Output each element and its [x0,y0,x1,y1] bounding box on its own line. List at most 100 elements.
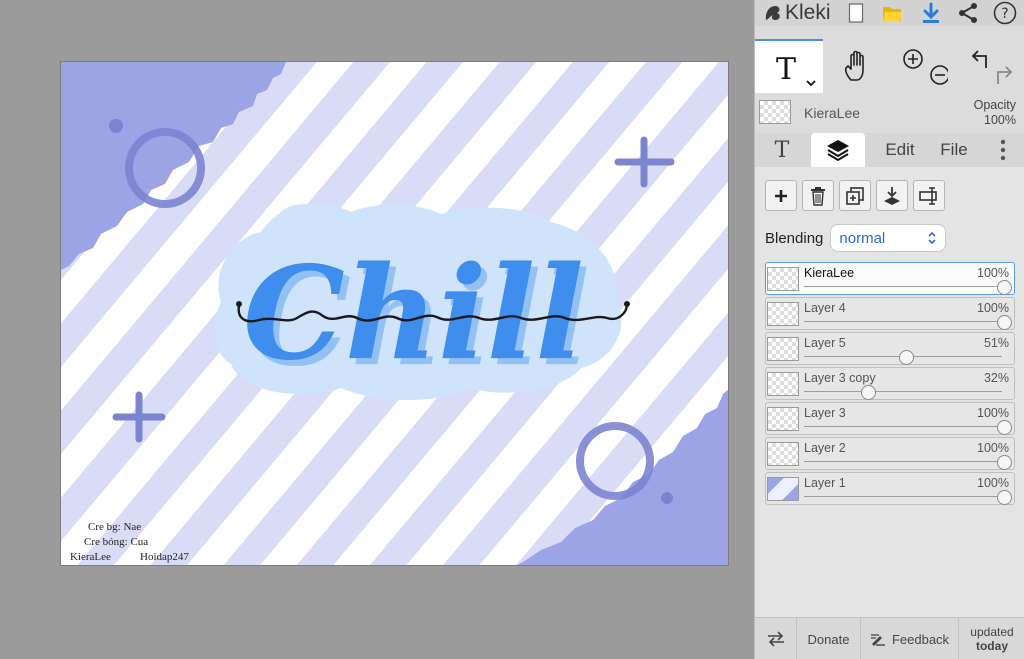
rename-layer-icon [919,186,937,205]
credit-line-2: Cre bóng: Cua [84,536,149,548]
layer-name: Layer 5 [804,336,846,350]
updated-line-1: updated [970,625,1014,639]
tab-file[interactable]: File [925,133,983,167]
zoom-in-icon[interactable] [898,44,948,88]
layer-opacity-slider[interactable] [804,391,1002,392]
layer-opacity: 51% [983,336,1009,350]
layer-name: KieraLee [804,266,855,280]
canvas-workspace[interactable]: Chill Chill Cre bg: Nae Cre bóng: Cua Ki… [0,0,754,659]
text-tool-icon: T [776,52,816,87]
opacity-readout: Opacity 100% [974,98,1016,128]
layer-item[interactable]: Layer 3 100% [765,402,1015,435]
select-chevron-icon [928,231,936,245]
tab-text[interactable]: T [759,133,805,167]
layer-opacity-knob[interactable] [997,280,1012,295]
current-layer-header: KieraLee Opacity 100% [755,96,1024,130]
download-button[interactable] [918,1,944,25]
donate-button[interactable]: Donate [797,618,861,659]
credit-line-1: Cre bg: Nae [88,521,142,533]
hand-tool-button[interactable] [835,39,881,93]
layer-opacity: 32% [983,371,1009,385]
feedback-icon [870,634,885,646]
delete-layer-button[interactable] [802,180,834,211]
script-dot-left [236,301,242,307]
dot-top-left [109,119,123,133]
layer-thumbnail [767,302,799,326]
credit-line-4: Hoidap247 [140,551,189,563]
share-button[interactable] [955,1,981,25]
layer-name: Layer 3 copy [804,371,876,385]
current-layer-thumbnail [759,100,791,124]
add-layer-button[interactable] [765,180,797,211]
open-file-button[interactable] [879,1,905,25]
app-logo[interactable]: Kleki [763,0,831,26]
new-file-icon [848,3,864,23]
layer-opacity: 100% [977,441,1009,455]
app-name: Kleki [785,1,831,24]
layer-item[interactable]: KieraLee 100% [765,262,1015,295]
layer-tool-buttons [765,180,945,212]
layer-name: Layer 1 [804,476,846,490]
merge-down-icon [884,186,900,205]
layer-thumbnail [767,407,799,431]
delete-layer-icon [811,186,825,206]
merge-down-button[interactable] [876,180,908,211]
layer-opacity-knob[interactable] [997,315,1012,330]
layer-name: Layer 2 [804,441,846,455]
layer-thumbnail [767,442,799,466]
tab-text-label: T [774,137,790,163]
layer-item[interactable]: Layer 3 copy 32% [765,367,1015,400]
layer-item[interactable]: Layer 1 100% [765,472,1015,505]
credit-line-3: KieraLee [70,551,111,563]
new-file-button[interactable] [843,1,869,25]
help-icon: ? [993,1,1017,25]
undo-icon[interactable] [966,44,1016,88]
blending-value: normal [839,229,886,247]
canvas-artwork: Chill Chill [61,62,728,565]
help-button[interactable]: ? [992,1,1018,25]
layer-opacity: 100% [977,406,1009,420]
duplicate-layer-button[interactable] [839,180,871,211]
layer-opacity-knob[interactable] [861,385,876,400]
tab-layers[interactable] [811,133,865,167]
add-layer-icon [775,189,787,202]
layer-opacity-slider[interactable] [804,321,1002,322]
undo-redo-buttons [963,39,1019,93]
layer-thumbnail [767,267,799,291]
layer-opacity-knob[interactable] [899,350,914,365]
feedback-button[interactable]: Feedback [861,618,959,659]
rename-layer-button[interactable] [913,180,945,211]
right-panel: Kleki ? T KieraLee Opacity 100% T Edit F… [754,0,1024,659]
layer-opacity-knob[interactable] [997,455,1012,470]
layer-opacity-slider[interactable] [804,461,1002,462]
blending-select[interactable]: normal [830,224,947,252]
layer-item[interactable]: Layer 2 100% [765,437,1015,470]
tab-edit[interactable]: Edit [871,133,929,167]
download-icon [923,2,939,23]
layer-opacity-knob[interactable] [997,420,1012,435]
opacity-value: 100% [984,113,1016,127]
more-menu-button[interactable] [983,133,1023,167]
layer-opacity-slider[interactable] [804,426,1002,427]
svg-text:?: ? [1001,6,1008,22]
opacity-label: Opacity [973,98,1016,112]
layer-item[interactable]: Layer 4 100% [765,297,1015,330]
open-folder-icon [883,7,902,21]
tool-row: T [755,37,1024,95]
layer-opacity-slider[interactable] [804,496,1002,497]
layer-item[interactable]: Layer 5 51% [765,332,1015,365]
updated-badge: updated today [959,618,1024,659]
kleki-logo-icon [765,6,780,20]
drawing-canvas[interactable]: Chill Chill Cre bg: Nae Cre bóng: Cua Ki… [60,61,729,566]
layer-opacity-knob[interactable] [997,490,1012,505]
feedback-label: Feedback [891,631,950,647]
dot-bottom-right [661,492,673,504]
layer-opacity: 100% [977,301,1009,315]
blending-row: Blending normal [765,224,947,252]
layer-opacity-slider[interactable] [804,286,1002,287]
swap-button[interactable] [755,618,797,659]
layers-icon [827,140,849,162]
current-layer-name: KieraLee [804,105,861,121]
text-tool-button[interactable]: T [755,39,823,93]
layer-opacity: 100% [977,266,1009,280]
